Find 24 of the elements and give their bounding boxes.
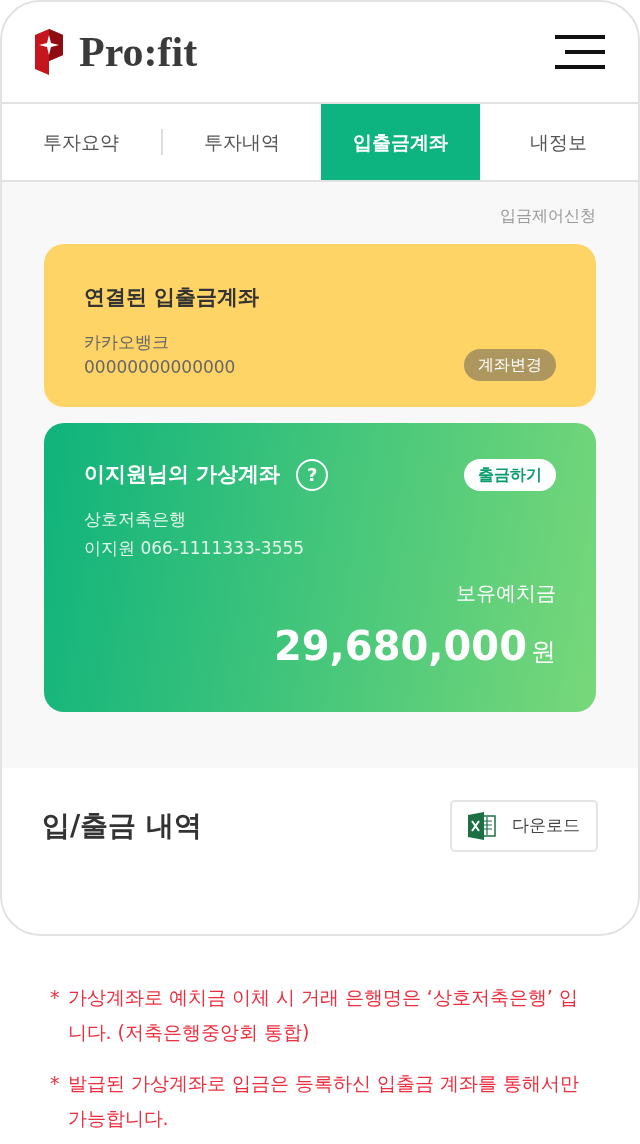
section-title: 입/출금 내역 bbox=[42, 807, 202, 844]
balance-label: 보유예치금 bbox=[456, 580, 556, 605]
tab[interactable]: 입출금계좌 bbox=[321, 104, 480, 180]
bank-name: 상호저축은행 bbox=[84, 507, 187, 531]
download-button[interactable]: 다운로드 bbox=[450, 799, 598, 852]
card-title: 이지원님의 가상계좌 bbox=[84, 460, 281, 488]
currency-unit: 원 bbox=[531, 635, 556, 668]
account-number: 이지원 066-1111333-3555 bbox=[84, 537, 306, 560]
account-number: 00000000000000 bbox=[84, 356, 236, 379]
logo-icon bbox=[35, 29, 63, 75]
note-marker: * bbox=[50, 1071, 60, 1096]
note-text: 가상계좌로 예치금 이체 시 거래 은행명은 ‘상호저축은행’ 입니다. (저축은행중앙회 통합) bbox=[67, 985, 579, 1045]
note-marker: * bbox=[50, 985, 60, 1010]
spreadsheet-icon bbox=[468, 811, 496, 840]
help-icon[interactable]: ? bbox=[296, 458, 329, 491]
logo-text: Pro:fit bbox=[79, 27, 198, 77]
withdraw-button[interactable]: 출금하기 bbox=[464, 458, 556, 491]
note-text: 발급된 가상계좌로 입금은 등록하신 입출금 계좌를 통해서만 가능합니다. bbox=[67, 1071, 580, 1131]
bank-name: 카카오뱅크 bbox=[84, 330, 170, 354]
menu-icon[interactable] bbox=[555, 35, 605, 69]
card-title: 연결된 입출금계좌 bbox=[84, 284, 261, 311]
deposit-control-link[interactable]: 입금제어신청 bbox=[500, 206, 596, 225]
change-account-button[interactable]: 계좌변경 bbox=[464, 348, 556, 381]
balance-amount: 29,680,000 bbox=[273, 621, 527, 671]
